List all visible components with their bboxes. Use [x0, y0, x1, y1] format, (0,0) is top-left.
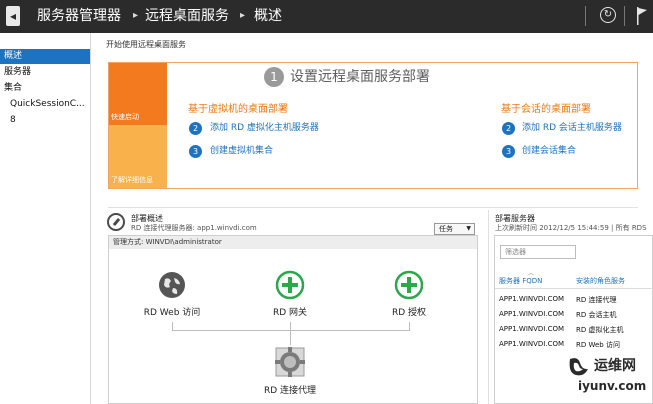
header-divider: [624, 6, 625, 26]
server-role-cell: RD Web 访问: [576, 341, 620, 349]
learn-more-tile[interactable]: 了解详细信息: [109, 125, 167, 188]
breadcrumb-separator: ▸: [240, 10, 246, 21]
watermark-logo-icon: [569, 358, 588, 376]
watermark-url: iyunv.com: [578, 379, 647, 393]
sidebar-item-count: 8: [10, 115, 16, 125]
back-button[interactable]: ◂: [6, 6, 20, 26]
vm-step-3-badge: 3: [189, 145, 202, 158]
chevron-down-icon: ▼: [466, 225, 471, 232]
column-header-fqdn[interactable]: 服务器 FQDN: [499, 276, 542, 286]
add-rd-licensing-plus-icon[interactable]: [394, 270, 424, 300]
section-divider: [108, 207, 638, 208]
rd-gateway-label: RD 网关: [272, 308, 308, 318]
rd-connection-broker-label: RD 连接代理: [263, 386, 317, 396]
quick-start-tile-label: 快速启动: [111, 113, 139, 121]
panel-divider: [488, 210, 489, 404]
quick-start-tile[interactable]: 快速启动: [109, 63, 167, 125]
server-fqdn-cell: APP1.WINVDI.COM: [499, 325, 565, 333]
quick-start-heading: 设置远程桌面服务部署: [290, 69, 430, 85]
server-fqdn-cell: APP1.WINVDI.COM: [499, 310, 565, 318]
breadcrumb-overview: 概述: [254, 8, 282, 24]
create-vm-collection-link[interactable]: 创建虚拟机集合: [210, 145, 273, 158]
managed-as-strip: 管理方式: WINVDI\administrator: [109, 236, 477, 249]
connection-broker-info: RD 连接代理服务器: app1.winvdi.com: [131, 224, 257, 232]
server-role-cell: RD 虚拟化主机: [576, 326, 624, 334]
vm-step-2-badge: 2: [189, 122, 202, 135]
notifications-flag-icon[interactable]: [636, 6, 648, 26]
sidebar-item-collections[interactable]: 集合: [0, 81, 90, 96]
filter-input[interactable]: 筛选器: [500, 245, 576, 259]
quick-start-section-title: 开始使用远程桌面服务: [106, 40, 186, 49]
refresh-icon[interactable]: ↻: [600, 7, 616, 23]
server-fqdn-cell: APP1.WINVDI.COM: [499, 340, 565, 348]
tasks-dropdown[interactable]: 任务 ▼: [434, 223, 475, 235]
rd-web-access-label: RD Web 访问: [143, 308, 201, 318]
breadcrumb-server-manager[interactable]: 服务器管理器: [37, 6, 121, 26]
sidebar-item-overview[interactable]: 概述: [0, 49, 90, 64]
session-step-3-badge: 3: [502, 145, 515, 158]
sidebar: 概述 服务器 集合 QuickSessionC... 8: [0, 33, 91, 404]
server-role-cell: RD 连接代理: [576, 296, 617, 304]
watermark-name: 运维网: [594, 358, 636, 374]
last-refresh-info: 上次刷新时间 2012/12/5 15:44:59 | 所有 RDS: [495, 224, 647, 232]
title-bar: ◂ 服务器管理器 ▸ 远程桌面服务 ▸ 概述 ↻: [0, 0, 653, 33]
add-rd-session-host-link[interactable]: 添加 RD 会话主机服务器: [522, 122, 622, 135]
learn-more-tile-label: 了解详细信息: [111, 176, 153, 184]
sidebar-item-servers[interactable]: 服务器: [0, 65, 90, 80]
diagram-connector: [172, 322, 173, 331]
diagram-connector: [172, 330, 410, 331]
tasks-label: 任务: [439, 225, 453, 233]
deployment-overview-panel: [108, 235, 478, 404]
sidebar-item-quick-session-collection[interactable]: QuickSessionC...: [0, 97, 90, 112]
session-step-2-badge: 2: [502, 122, 515, 135]
diagram-connector: [290, 322, 291, 345]
breadcrumb-remote-desktop[interactable]: 远程桌面服务: [145, 6, 229, 26]
column-header-roles[interactable]: 安装的角色服务: [576, 276, 625, 286]
vm-deployment-title: 基于虚拟机的桌面部署: [188, 104, 288, 115]
create-session-collection-link[interactable]: 创建会话集合: [522, 145, 576, 158]
step-1-badge: 1: [264, 67, 284, 87]
diagram-connector: [409, 322, 410, 331]
header-divider-line: [495, 288, 653, 289]
breadcrumb-separator: ▸: [133, 10, 139, 21]
header-divider: [585, 6, 586, 26]
add-rd-gateway-plus-icon[interactable]: [275, 270, 305, 300]
globe-icon[interactable]: [157, 270, 187, 300]
connection-broker-icon[interactable]: [275, 347, 305, 377]
session-deployment-title: 基于会话的桌面部署: [501, 104, 591, 115]
server-role-cell: RD 会话主机: [576, 311, 617, 319]
server-fqdn-cell: APP1.WINVDI.COM: [499, 295, 565, 303]
add-rd-virtualization-host-link[interactable]: 添加 RD 虚拟化主机服务器: [210, 122, 319, 135]
rd-licensing-label: RD 授权: [391, 308, 427, 318]
deployment-overview-icon: [107, 213, 125, 231]
